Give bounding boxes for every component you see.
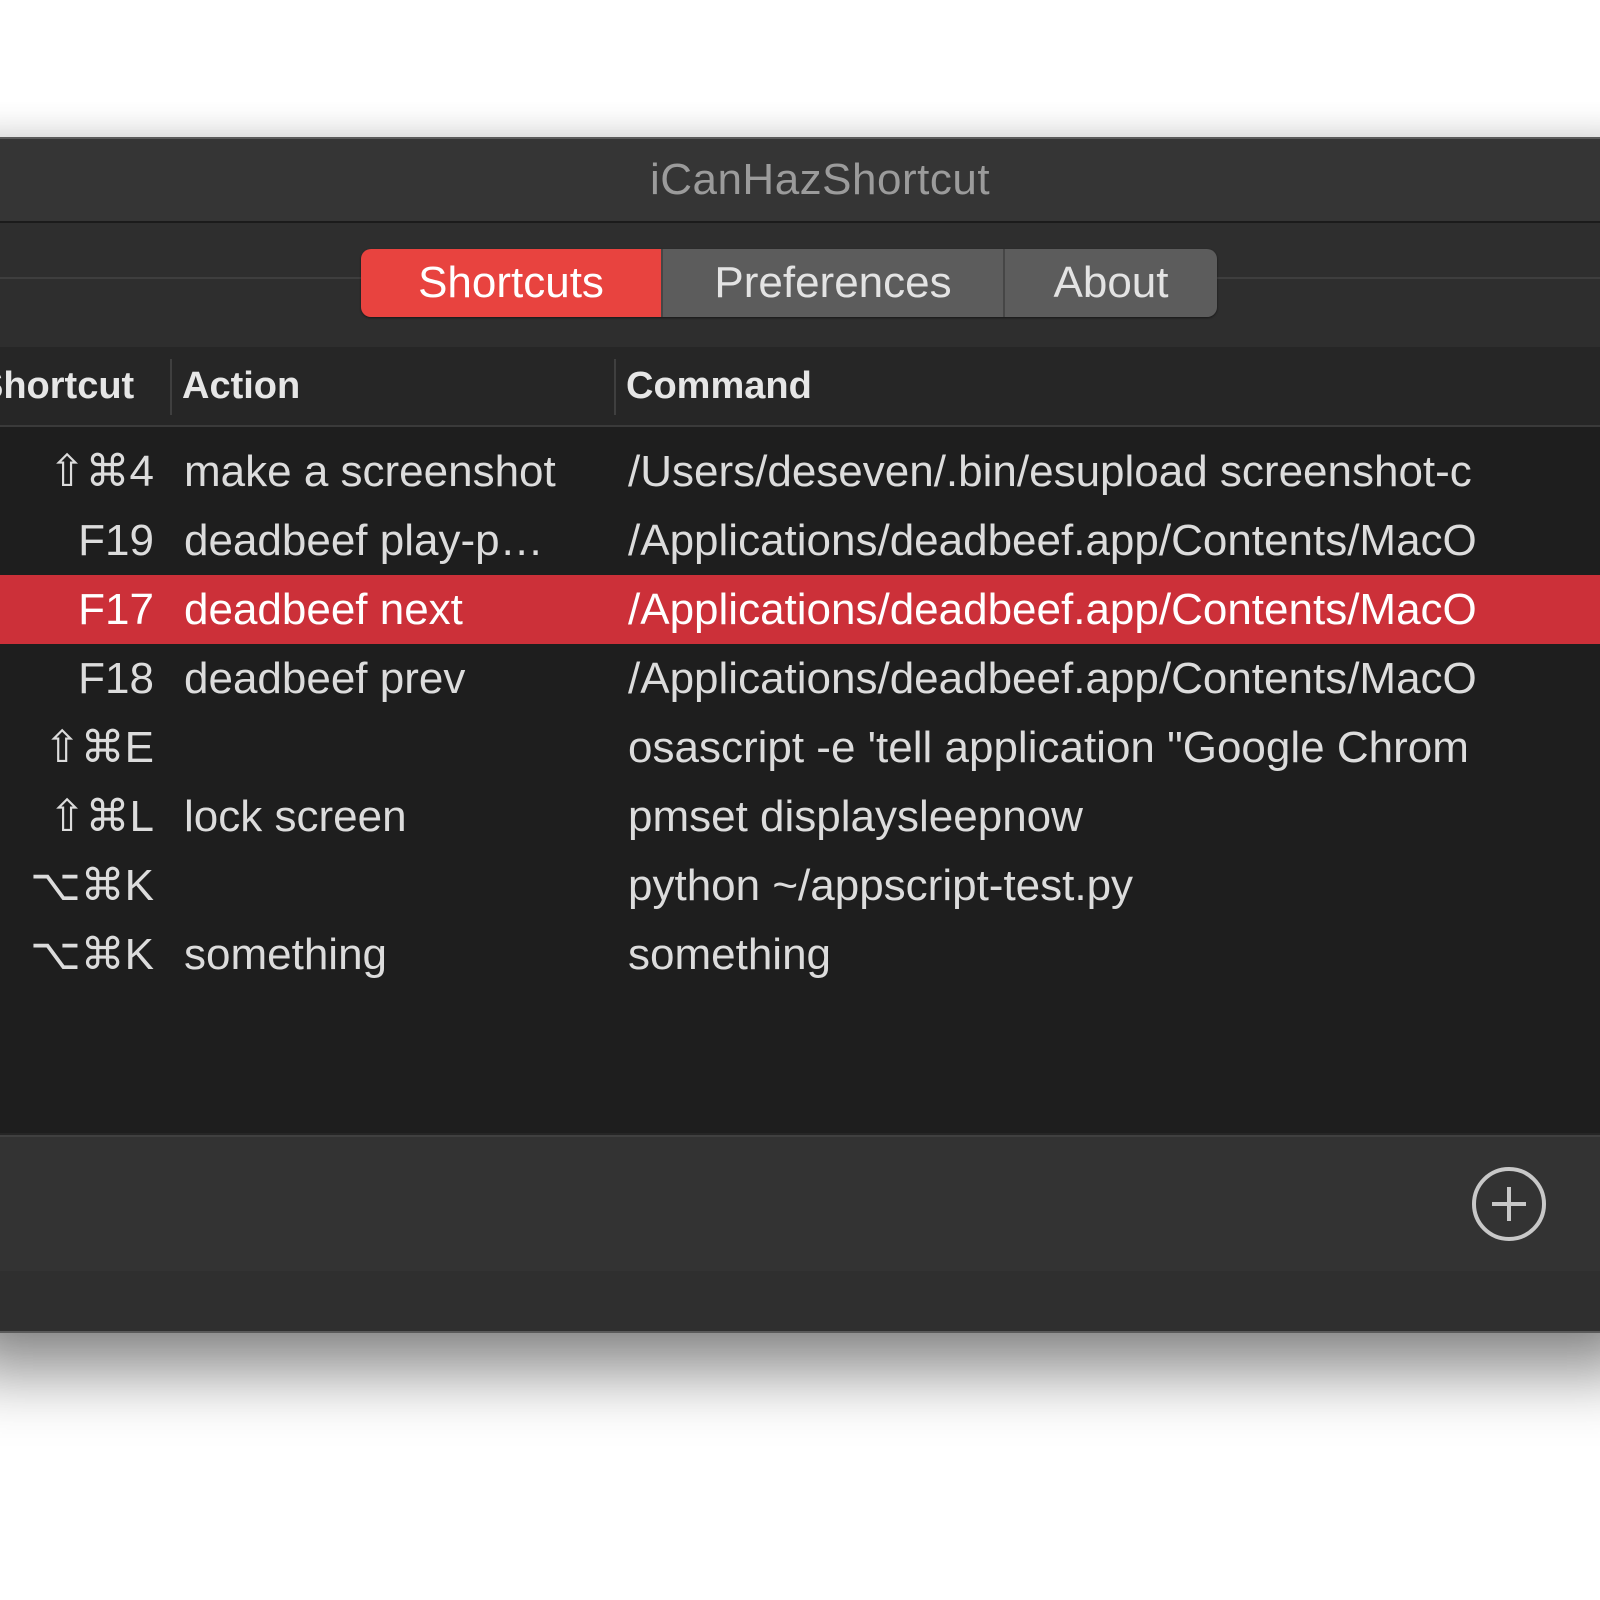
column-separator[interactable]: [170, 359, 172, 415]
action-cell: deadbeef next: [184, 585, 463, 634]
column-header-command[interactable]: Command: [626, 347, 1586, 425]
column-header-action[interactable]: Action: [182, 347, 602, 425]
action-cell: [184, 851, 604, 920]
table-row[interactable]: ⇧⌘E osascript -e 'tell application "Goog…: [0, 713, 1600, 782]
shortcut-cell: F19: [0, 506, 154, 575]
command-cell: /Users/deseven/.bin/esupload screenshot-…: [628, 447, 1472, 496]
bottom-toolbar: [0, 1135, 1600, 1273]
action-cell: something: [184, 930, 388, 979]
shortcut-value: F19: [78, 516, 154, 565]
action-cell: lock screen: [184, 792, 407, 841]
shortcut-cell: ⌥⌘K: [0, 851, 154, 920]
window-footer: [0, 1271, 1600, 1331]
shortcut-cell: ⌥⌘K: [0, 920, 154, 989]
table-row[interactable]: ⌥⌘K something something: [0, 920, 1600, 989]
shortcuts-table: Shortcut Action Command ⇧⌘4 make a scree…: [0, 347, 1600, 1133]
shortcut-value: ⇧⌘L: [48, 792, 154, 841]
column-header-shortcut[interactable]: Shortcut: [0, 347, 154, 425]
table-row[interactable]: ⌥⌘K python ~/appscript-test.py: [0, 851, 1600, 920]
action-cell: deadbeef prev: [184, 654, 466, 703]
table-header: Shortcut Action Command: [0, 347, 1600, 427]
column-header-shortcut-label: Shortcut: [0, 365, 135, 407]
table-row[interactable]: F19 deadbeef play-p… /Applications/deadb…: [0, 506, 1600, 575]
app-window: iCanHazShortcut Shortcuts Preferences Ab…: [0, 137, 1600, 1333]
tab-preferences[interactable]: Preferences: [661, 249, 1003, 317]
shortcut-value: ⇧⌘4: [48, 447, 154, 496]
command-cell: /Applications/deadbeef.app/Contents/MacO: [628, 654, 1477, 703]
shortcut-cell: F17: [0, 575, 154, 644]
tab-shortcuts[interactable]: Shortcuts: [361, 249, 661, 317]
command-cell: python ~/appscript-test.py: [628, 861, 1134, 910]
command-cell: pmset displaysleepnow: [628, 792, 1083, 841]
column-separator[interactable]: [614, 359, 616, 415]
shortcut-cell: ⇧⌘E: [0, 713, 154, 782]
action-cell: [184, 713, 604, 782]
shortcut-value: ⌥⌘K: [29, 930, 154, 979]
window-title: iCanHazShortcut: [649, 155, 991, 204]
tab-bar: Shortcuts Preferences About: [0, 223, 1600, 347]
action-cell: deadbeef play-p…: [184, 516, 544, 565]
table-row[interactable]: F18 deadbeef prev /Applications/deadbeef…: [0, 644, 1600, 713]
shortcut-cell: ⇧⌘L: [0, 782, 154, 851]
shortcut-value: ⇧⌘E: [43, 723, 154, 772]
screenshot-stage: iCanHazShortcut Shortcuts Preferences Ab…: [0, 0, 1600, 1600]
command-cell: /Applications/deadbeef.app/Contents/MacO: [628, 516, 1477, 565]
table-row[interactable]: ⇧⌘4 make a screenshot /Users/deseven/.bi…: [0, 437, 1600, 506]
command-cell: something: [628, 930, 832, 979]
plus-circle-icon-stroke: [1507, 1187, 1511, 1221]
add-shortcut-button[interactable]: [1472, 1167, 1546, 1241]
table-body: ⇧⌘4 make a screenshot /Users/deseven/.bi…: [0, 437, 1600, 989]
shortcut-value: F17: [78, 585, 154, 634]
tab-about[interactable]: About: [1003, 249, 1217, 317]
command-cell: /Applications/deadbeef.app/Contents/MacO: [628, 585, 1477, 634]
shortcut-cell: ⇧⌘4: [0, 437, 154, 506]
title-bar[interactable]: iCanHazShortcut: [0, 139, 1600, 223]
table-row-selected[interactable]: F17 deadbeef next /Applications/deadbeef…: [0, 575, 1600, 644]
table-row[interactable]: ⇧⌘L lock screen pmset displaysleepnow: [0, 782, 1600, 851]
shortcut-value: F18: [78, 654, 154, 703]
action-cell: make a screenshot: [184, 447, 556, 496]
shortcut-cell: F18: [0, 644, 154, 713]
shortcut-value: ⌥⌘K: [29, 861, 154, 910]
command-cell: osascript -e 'tell application "Google C…: [628, 723, 1469, 772]
segmented-control: Shortcuts Preferences About: [361, 249, 1217, 317]
